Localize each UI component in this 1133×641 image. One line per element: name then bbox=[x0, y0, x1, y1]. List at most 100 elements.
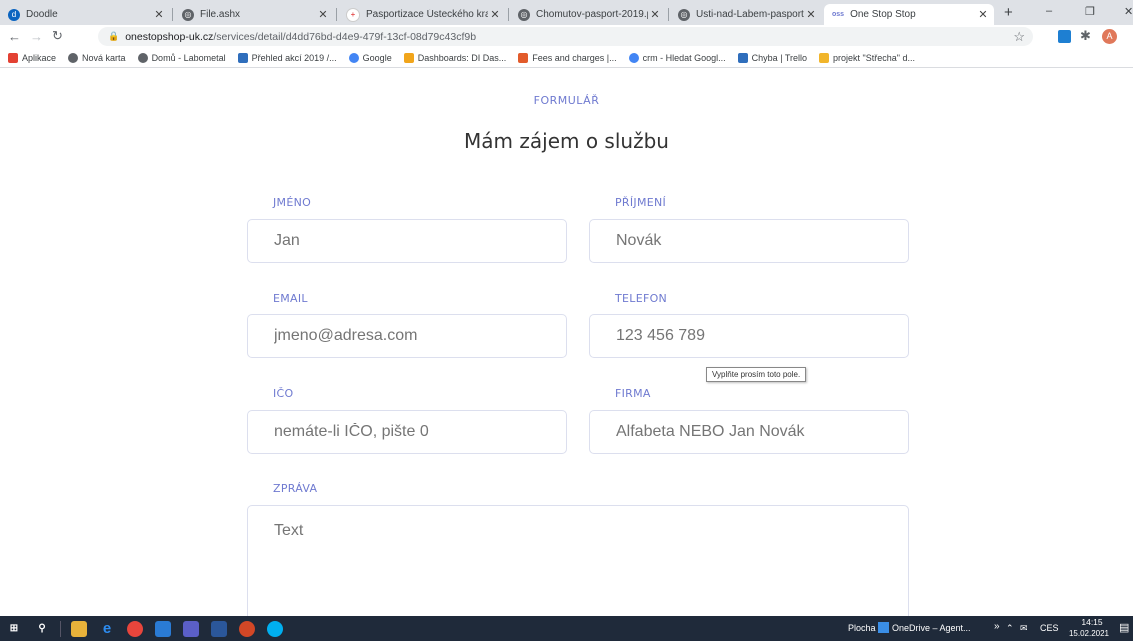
globe-icon bbox=[137, 53, 148, 63]
tab-one-stop-stop[interactable]: oss One Stop Stop ✕ bbox=[824, 4, 994, 25]
globe-icon: ◎ bbox=[182, 8, 194, 21]
new-tab-button[interactable]: + bbox=[1004, 4, 1013, 21]
bookmark-dashboards[interactable]: Dashboards: DI Das... bbox=[403, 53, 506, 63]
validation-tooltip: Vyplňte prosím toto pole. bbox=[706, 367, 807, 382]
folder-icon bbox=[819, 53, 830, 63]
mail-icon[interactable]: ✉ bbox=[1020, 623, 1028, 634]
bookmark-crm-google[interactable]: crm - Hledat Googl... bbox=[628, 53, 726, 63]
bookmarks-bar: Aplikace Nová karta Domů - Labometal Pře… bbox=[0, 49, 1133, 68]
close-tab-icon[interactable]: ✕ bbox=[488, 8, 502, 21]
file-explorer-icon[interactable] bbox=[71, 620, 87, 637]
form-eyebrow: FORMULÁŘ bbox=[533, 94, 600, 107]
tab-title: Pasportizace Ústeckého kraje bbox=[366, 9, 488, 20]
bookmark-nova-karta[interactable]: Nová karta bbox=[68, 53, 126, 63]
company-label: FIRMA bbox=[615, 387, 651, 400]
tab-title: File.ashx bbox=[200, 9, 241, 20]
clock-date[interactable]: 15.02.2021 bbox=[1064, 629, 1114, 638]
message-textarea[interactable] bbox=[247, 505, 909, 625]
globe-icon bbox=[68, 53, 79, 63]
close-tab-icon[interactable]: ✕ bbox=[316, 8, 330, 21]
reload-icon[interactable]: ↻ bbox=[52, 28, 63, 44]
url-host: onestopshop-uk.cz bbox=[125, 30, 214, 43]
tab-file-ashx[interactable]: ◎ File.ashx ✕ bbox=[174, 4, 334, 25]
extensions-puzzle-icon[interactable]: ✱ bbox=[1080, 28, 1091, 44]
powerpoint-icon[interactable] bbox=[239, 620, 255, 637]
desktop-toolbar-label[interactable]: Plocha bbox=[848, 623, 876, 633]
bookmark-prehled-akci[interactable]: Přehled akcí 2019 /... bbox=[237, 53, 337, 63]
internet-explorer-icon[interactable]: e bbox=[99, 620, 115, 637]
lock-icon: 🔒 bbox=[108, 31, 120, 41]
trello-icon bbox=[237, 53, 248, 63]
close-tab-icon[interactable]: ✕ bbox=[648, 8, 662, 21]
bookmark-trello[interactable]: Chyba | Trello bbox=[737, 53, 807, 63]
email-label: EMAIL bbox=[273, 292, 308, 305]
bookmark-google[interactable]: Google bbox=[348, 53, 392, 63]
chrome-icon[interactable] bbox=[127, 620, 143, 637]
apps-grid-icon bbox=[8, 53, 18, 63]
email-input[interactable] bbox=[247, 314, 567, 358]
trello-icon bbox=[737, 53, 748, 63]
bookmark-apps[interactable]: Aplikace bbox=[8, 53, 56, 63]
message-label: ZPRÁVA bbox=[273, 482, 318, 495]
chevron-up-icon[interactable]: ⌃ bbox=[1006, 623, 1014, 634]
skype-icon[interactable] bbox=[267, 620, 283, 637]
tab-title: Usti-nad-Labem-pasport-20 bbox=[696, 9, 804, 20]
first-name-label: JMÉNO bbox=[273, 196, 312, 209]
fees-icon bbox=[518, 53, 529, 63]
page-content: FORMULÁŘ Mám zájem o službu JMÉNO PŘÍJME… bbox=[0, 68, 1133, 625]
onedrive-task[interactable]: OneDrive – Agent... bbox=[892, 623, 971, 633]
onedrive-icon bbox=[878, 622, 889, 633]
star-icon[interactable]: ☆ bbox=[1013, 29, 1025, 45]
search-icon[interactable]: ⚲ bbox=[34, 621, 50, 637]
bookmark-labometal[interactable]: Domů - Labometal bbox=[137, 53, 226, 63]
tab-title: Chomutov-pasport-2019.pdf bbox=[536, 9, 648, 20]
clock-time[interactable]: 14:15 bbox=[1072, 617, 1112, 627]
address-bar[interactable]: 🔒 onestopshop-uk.cz /services/detail/d4d… bbox=[98, 27, 1033, 46]
close-tab-icon[interactable]: ✕ bbox=[152, 8, 166, 21]
first-name-input[interactable] bbox=[247, 219, 567, 263]
maximize-button[interactable]: ❐ bbox=[1085, 5, 1095, 18]
language-indicator[interactable]: CES bbox=[1040, 623, 1059, 633]
kraj-logo-icon: + bbox=[346, 7, 360, 22]
tab-title: Doodle bbox=[26, 9, 58, 20]
profile-avatar[interactable]: A bbox=[1102, 29, 1117, 44]
oss-favicon: oss bbox=[832, 11, 845, 18]
word-icon[interactable] bbox=[211, 620, 227, 637]
browser-toolbar: ← → ↻ 🔒 onestopshop-uk.cz /services/deta… bbox=[0, 25, 1133, 49]
windows-logo-icon bbox=[403, 53, 414, 63]
bookmark-fees[interactable]: Fees and charges |... bbox=[518, 53, 617, 63]
outlook-icon[interactable] bbox=[155, 620, 171, 637]
close-tab-icon[interactable]: ✕ bbox=[804, 8, 818, 21]
google-icon bbox=[628, 53, 639, 63]
globe-icon: ◎ bbox=[678, 8, 690, 21]
notifications-icon[interactable]: ▤ bbox=[1119, 621, 1129, 634]
ico-label: IČO bbox=[273, 387, 294, 400]
close-tab-icon[interactable]: ✕ bbox=[976, 8, 990, 21]
tab-usti-pasport[interactable]: ◎ Usti-nad-Labem-pasport-20 ✕ bbox=[670, 4, 822, 25]
last-name-label: PŘÍJMENÍ bbox=[615, 196, 667, 209]
tab-title: One Stop Stop bbox=[850, 9, 916, 20]
last-name-input[interactable] bbox=[589, 219, 909, 263]
globe-icon: ◎ bbox=[518, 8, 530, 21]
url-path: /services/detail/d4dd76bd-d4e9-479f-13cf… bbox=[213, 30, 477, 43]
google-icon bbox=[348, 53, 359, 63]
minimize-button[interactable]: – bbox=[1046, 5, 1052, 17]
extension-l-icon[interactable] bbox=[1058, 30, 1071, 43]
windows-start-icon[interactable]: ⊞ bbox=[6, 621, 22, 637]
form-title: Mám zájem o službu bbox=[464, 129, 669, 153]
close-window-button[interactable]: ✕ bbox=[1124, 5, 1133, 18]
tab-doodle[interactable]: d Doodle ✕ bbox=[0, 4, 170, 25]
tab-pasportizace[interactable]: + Pasportizace Ústeckého kraje ✕ bbox=[338, 4, 506, 25]
ico-input[interactable] bbox=[247, 410, 567, 454]
phone-label: TELEFON bbox=[615, 292, 668, 305]
windows-taskbar: ⊞ ⚲ e Plocha OneDrive – Agent... » ⌃ ✉ C… bbox=[0, 616, 1133, 641]
back-arrow-icon[interactable]: ← bbox=[8, 29, 21, 44]
forward-arrow-icon[interactable]: → bbox=[30, 29, 43, 44]
company-input[interactable] bbox=[589, 410, 909, 454]
bookmark-strecha[interactable]: projekt "Střecha" d... bbox=[819, 53, 915, 63]
tab-strip: d Doodle ✕ ◎ File.ashx ✕ + Pasportizace … bbox=[0, 0, 1133, 25]
tab-chomutov-pdf[interactable]: ◎ Chomutov-pasport-2019.pdf ✕ bbox=[510, 4, 666, 25]
teams-icon[interactable] bbox=[183, 620, 199, 637]
phone-input[interactable] bbox=[589, 314, 909, 358]
show-hidden-icons-chevron-icon[interactable]: » bbox=[994, 621, 1000, 632]
